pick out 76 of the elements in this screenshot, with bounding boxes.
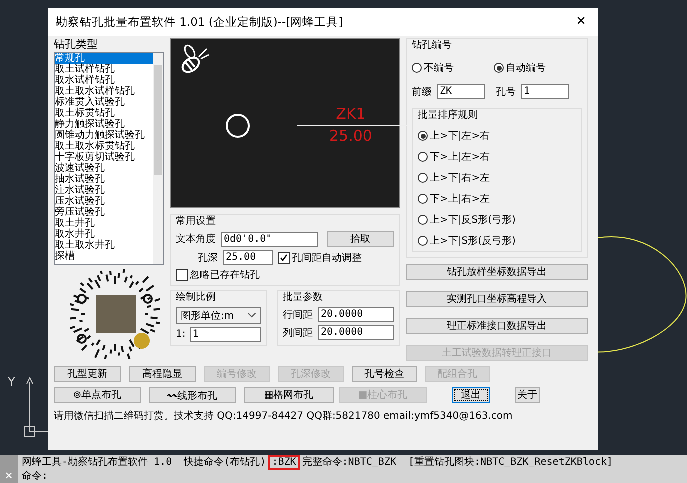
action-button[interactable]: 实测孔口坐标高程导入 — [406, 291, 588, 307]
action-button[interactable]: 理正标准接口数据导出 — [406, 318, 588, 334]
column-spacing-field[interactable]: 20.0000 — [318, 325, 394, 340]
close-button[interactable]: × — [572, 13, 590, 31]
action-button[interactable]: 钻孔放样坐标数据导出 — [406, 264, 588, 280]
field-label: 前缀 — [412, 86, 432, 98]
depth-field[interactable]: 25.00 — [223, 250, 273, 265]
tool-button[interactable]: 关于 — [515, 387, 540, 403]
list-item[interactable]: 注水试验孔 — [55, 185, 153, 196]
tool-button[interactable]: ▦格网布孔 — [244, 387, 334, 403]
tool-button[interactable]: 退出 — [452, 387, 490, 403]
tool-button[interactable]: 高程隐显 — [129, 366, 196, 382]
checkbox-option[interactable]: 孔间距自动调整 — [278, 250, 362, 264]
axis-label: Y — [8, 375, 16, 389]
scrollbar[interactable] — [153, 53, 163, 264]
radio-option[interactable]: 上>下|右>左 — [418, 171, 576, 185]
command-text: 命令: — [22, 470, 48, 483]
tool-button[interactable]: ⊚单点布孔 — [54, 387, 141, 403]
tool-button[interactable]: 〰线形布孔 — [149, 387, 236, 403]
ratio-field[interactable]: 1 — [190, 327, 261, 342]
row-spacing-field[interactable]: 20.0000 — [318, 307, 394, 322]
field-label: 孔号 — [496, 86, 516, 98]
list-item[interactable]: 取土试样钻孔 — [55, 64, 153, 75]
group-title: 常用设置 — [176, 216, 217, 228]
field-label: 1: — [176, 329, 186, 340]
list-item[interactable]: 旁压试验孔 — [55, 207, 153, 218]
command-text: 完整命令:NBTC_BZK [重置钻孔图块:NBTC_BZK_ResetZKBlock] — [302, 456, 613, 469]
field-label: 孔深 — [198, 252, 218, 264]
list-item[interactable]: 取土取水标贯钻孔 — [55, 141, 153, 152]
pick-button[interactable]: 拾取 — [326, 231, 394, 247]
group-title: 钻孔类型 — [54, 38, 99, 51]
hole-circle-icon — [225, 113, 251, 139]
list-item[interactable]: 取土取水试样钻孔 — [55, 86, 153, 97]
list-item[interactable]: 抽水试验孔 — [55, 174, 153, 185]
radio-option[interactable]: 不编号 — [412, 61, 454, 75]
tool-button[interactable]: 孔型更新 — [54, 366, 121, 382]
hole-label: ZK1 — [335, 105, 367, 123]
field-label: 文本角度 — [176, 232, 216, 246]
tool-button[interactable]: 孔号检查 — [352, 366, 417, 382]
command-text: 网蜂工具-勘察钻孔布置软件 1.0 快捷命令(布钻孔) — [22, 456, 266, 469]
list-item[interactable]: 常规孔 — [55, 53, 153, 64]
field-label: 列间距 — [283, 326, 313, 340]
support-text: 请用微信扫描二维码打赏。技术支持 QQ:14997-84427 QQ群:5821780 email:ymf5340@163.com — [54, 410, 514, 423]
group-title: 绘制比例 — [176, 292, 217, 304]
list-item[interactable]: 取土井孔 — [55, 218, 153, 229]
list-item[interactable]: 取土标贯钻孔 — [55, 108, 153, 119]
group-title: 批量参数 — [283, 292, 324, 304]
list-item[interactable]: 取水试样钻孔 — [55, 75, 153, 86]
command-text: :BZK — [268, 454, 300, 470]
list-item[interactable]: 标准贯入试验孔 — [55, 97, 153, 108]
list-item[interactable]: 静力触探试验孔 — [55, 119, 153, 130]
radio-option[interactable]: 自动编号 — [494, 61, 546, 75]
list-item[interactable]: 取水井孔 — [55, 229, 153, 240]
list-item[interactable]: 探槽 — [55, 251, 153, 262]
check-icon — [280, 254, 288, 262]
radio-option[interactable]: 下>上|右>左 — [418, 192, 576, 206]
radio-option[interactable]: 下>上|左>右 — [418, 150, 576, 164]
radio-option[interactable]: 上>下|左>右 — [418, 129, 576, 143]
list-item[interactable]: 取土取水井孔 — [55, 240, 153, 251]
window-title: 勘察钻孔批量布置软件 1.01 (企业定制版)--[网蜂工具] — [56, 14, 344, 30]
group-title: 钻孔编号 — [412, 40, 453, 52]
list-item[interactable]: 波速试验孔 — [55, 163, 153, 174]
list-item[interactable]: 压水试验孔 — [55, 196, 153, 207]
field-label: 行间距 — [283, 308, 313, 322]
radio-option[interactable]: 上>下|反S形(弓形) — [418, 213, 576, 227]
angle-field[interactable]: 0d0'0.0" — [221, 232, 318, 246]
prefix-field[interactable]: ZK — [437, 84, 485, 99]
chevron-icon — [248, 313, 256, 318]
list-item[interactable]: 十字板剪切试验孔 — [55, 152, 153, 163]
unit-dropdown[interactable]: 图形单位:m — [176, 307, 261, 324]
number-field[interactable]: 1 — [521, 84, 569, 99]
checkbox-option[interactable]: 忽略已存在钻孔 — [176, 268, 394, 282]
list-item[interactable]: 圆锥动力触探试验孔 — [55, 130, 153, 141]
depth-label: 25.00 — [328, 127, 374, 145]
radio-option[interactable]: 上>下|S形(反弓形) — [418, 234, 576, 248]
group-title: 批量排序规则 — [418, 110, 479, 122]
